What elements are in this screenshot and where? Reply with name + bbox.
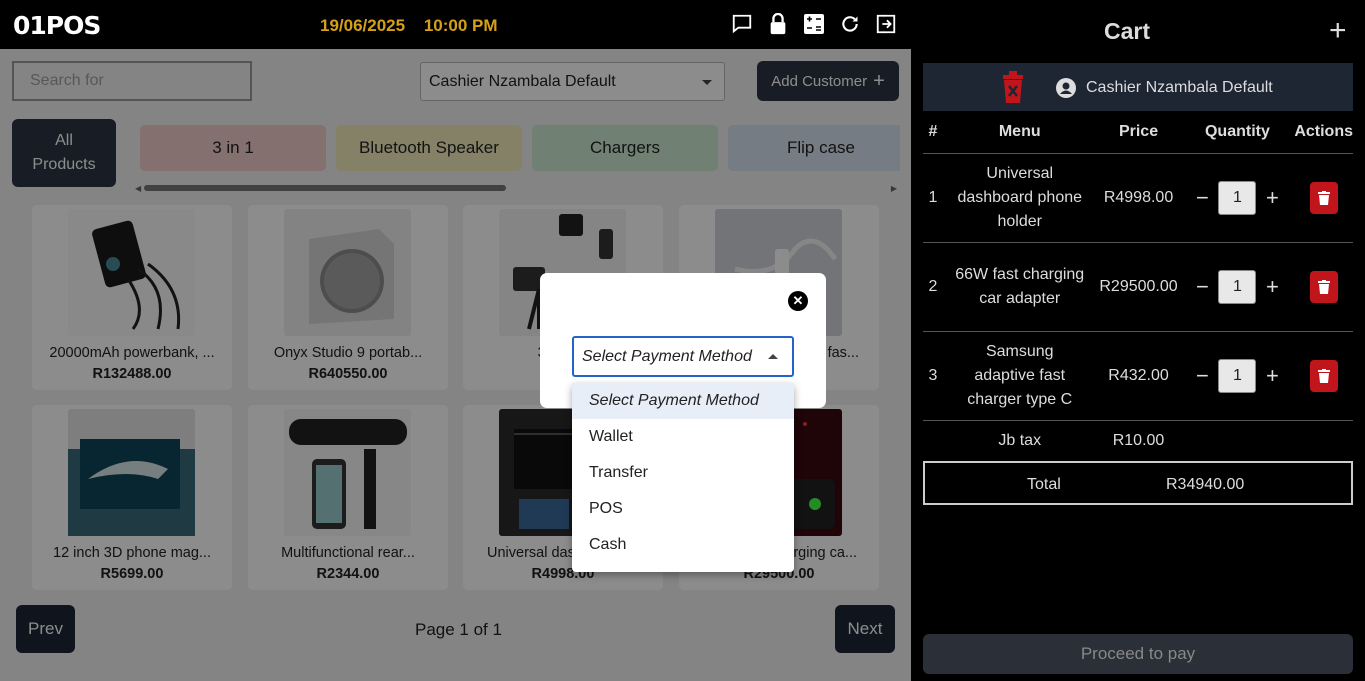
row-quantity: − 1 + (1180, 331, 1295, 421)
minus-icon[interactable]: − (1194, 274, 1210, 300)
clear-cart-icon[interactable] (1001, 71, 1025, 108)
calculator-icon[interactable] (802, 12, 826, 36)
plus-icon[interactable]: + (1264, 185, 1280, 211)
row-price: R4998.00 (1096, 153, 1181, 243)
payment-option[interactable]: Select Payment Method (572, 383, 794, 419)
caret-up-icon (768, 354, 778, 359)
col-price: Price (1096, 111, 1181, 154)
total-row: Total R34940.00 (923, 461, 1353, 505)
quantity-input[interactable]: 1 (1218, 269, 1257, 304)
delete-item-button[interactable] (1309, 359, 1338, 392)
row-quantity: − 1 + (1180, 153, 1295, 243)
add-cart-plus-icon[interactable]: + (1329, 16, 1347, 46)
lock-icon[interactable] (766, 12, 790, 36)
top-bar: 01POS 19/06/2025 10:00 PM (0, 0, 911, 49)
row-actions (1294, 153, 1353, 243)
table-row: 3 Samsung adaptive fast charger type C R… (923, 331, 1353, 421)
row-actions (1294, 331, 1353, 421)
cart-customer-header: Cashier Nzambala Default (923, 63, 1353, 111)
row-number: 2 (923, 242, 943, 332)
tax-label: Jb tax (942, 420, 1097, 462)
date-time: 19/06/2025 10:00 PM (320, 16, 512, 36)
row-number: 3 (923, 331, 943, 421)
payment-option[interactable]: Transfer (572, 455, 794, 491)
table-row: 2 66W fast charging car adapter R29500.0… (923, 242, 1353, 332)
proceed-to-pay-button[interactable]: Proceed to pay (923, 634, 1353, 674)
payment-option[interactable]: POS (572, 491, 794, 527)
row-quantity: − 1 + (1180, 242, 1295, 332)
top-icon-bar (730, 12, 898, 36)
payment-method-select[interactable]: Select Payment Method (572, 336, 794, 377)
row-menu: Universal dashboard phone holder (942, 153, 1097, 243)
row-menu: 66W fast charging car adapter (942, 242, 1097, 332)
col-quantity: Quantity (1180, 111, 1295, 154)
col-number: # (923, 111, 943, 154)
delete-item-button[interactable] (1309, 181, 1338, 214)
brand-logo: 01POS (13, 11, 101, 40)
total-label: Total (1027, 476, 1061, 493)
minus-icon[interactable]: − (1194, 185, 1210, 211)
current-date: 19/06/2025 (320, 16, 406, 35)
cart-title: Cart (1103, 18, 1150, 44)
col-actions: Actions (1294, 111, 1353, 154)
chat-icon[interactable] (730, 12, 754, 36)
col-menu: Menu (942, 111, 1097, 154)
payment-option[interactable]: Cash (572, 527, 794, 563)
current-time: 10:00 PM (423, 16, 498, 35)
plus-icon[interactable]: + (1264, 363, 1280, 389)
row-price: R29500.00 (1096, 242, 1181, 332)
trash-icon (1317, 368, 1330, 383)
cart-table: # Menu Price Quantity Actions 1 Universa… (923, 111, 1353, 462)
payment-method-dropdown: Select Payment Method Wallet Transfer PO… (572, 383, 794, 572)
payment-method-value: Select Payment Method (582, 348, 752, 365)
row-price: R432.00 (1096, 331, 1181, 421)
quantity-input[interactable]: 1 (1218, 180, 1257, 215)
cart-customer-name: Cashier Nzambala Default (1086, 79, 1273, 96)
tax-row: Jb tax R10.00 (923, 420, 1353, 462)
payment-option[interactable]: Wallet (572, 419, 794, 455)
row-menu: Samsung adaptive fast charger type C (942, 331, 1097, 421)
total-value: R34940.00 (1166, 476, 1245, 493)
minus-icon[interactable]: − (1194, 363, 1210, 389)
refresh-icon[interactable] (838, 12, 862, 36)
trash-icon (1317, 279, 1330, 294)
logout-icon[interactable] (874, 12, 898, 36)
close-icon[interactable]: ✕ (788, 291, 808, 311)
trash-icon (1317, 190, 1330, 205)
delete-item-button[interactable] (1309, 270, 1338, 303)
row-actions (1294, 242, 1353, 332)
plus-icon[interactable]: + (1264, 274, 1280, 300)
row-number: 1 (923, 153, 943, 243)
cart-customer: Cashier Nzambala Default (1056, 78, 1273, 98)
user-icon (1056, 78, 1076, 98)
tax-value: R10.00 (1096, 420, 1181, 462)
cart-panel: Cart + Cashier Nzambala Default # Menu P… (911, 0, 1365, 681)
quantity-input[interactable]: 1 (1218, 358, 1257, 393)
table-row: 1 Universal dashboard phone holder R4998… (923, 153, 1353, 243)
